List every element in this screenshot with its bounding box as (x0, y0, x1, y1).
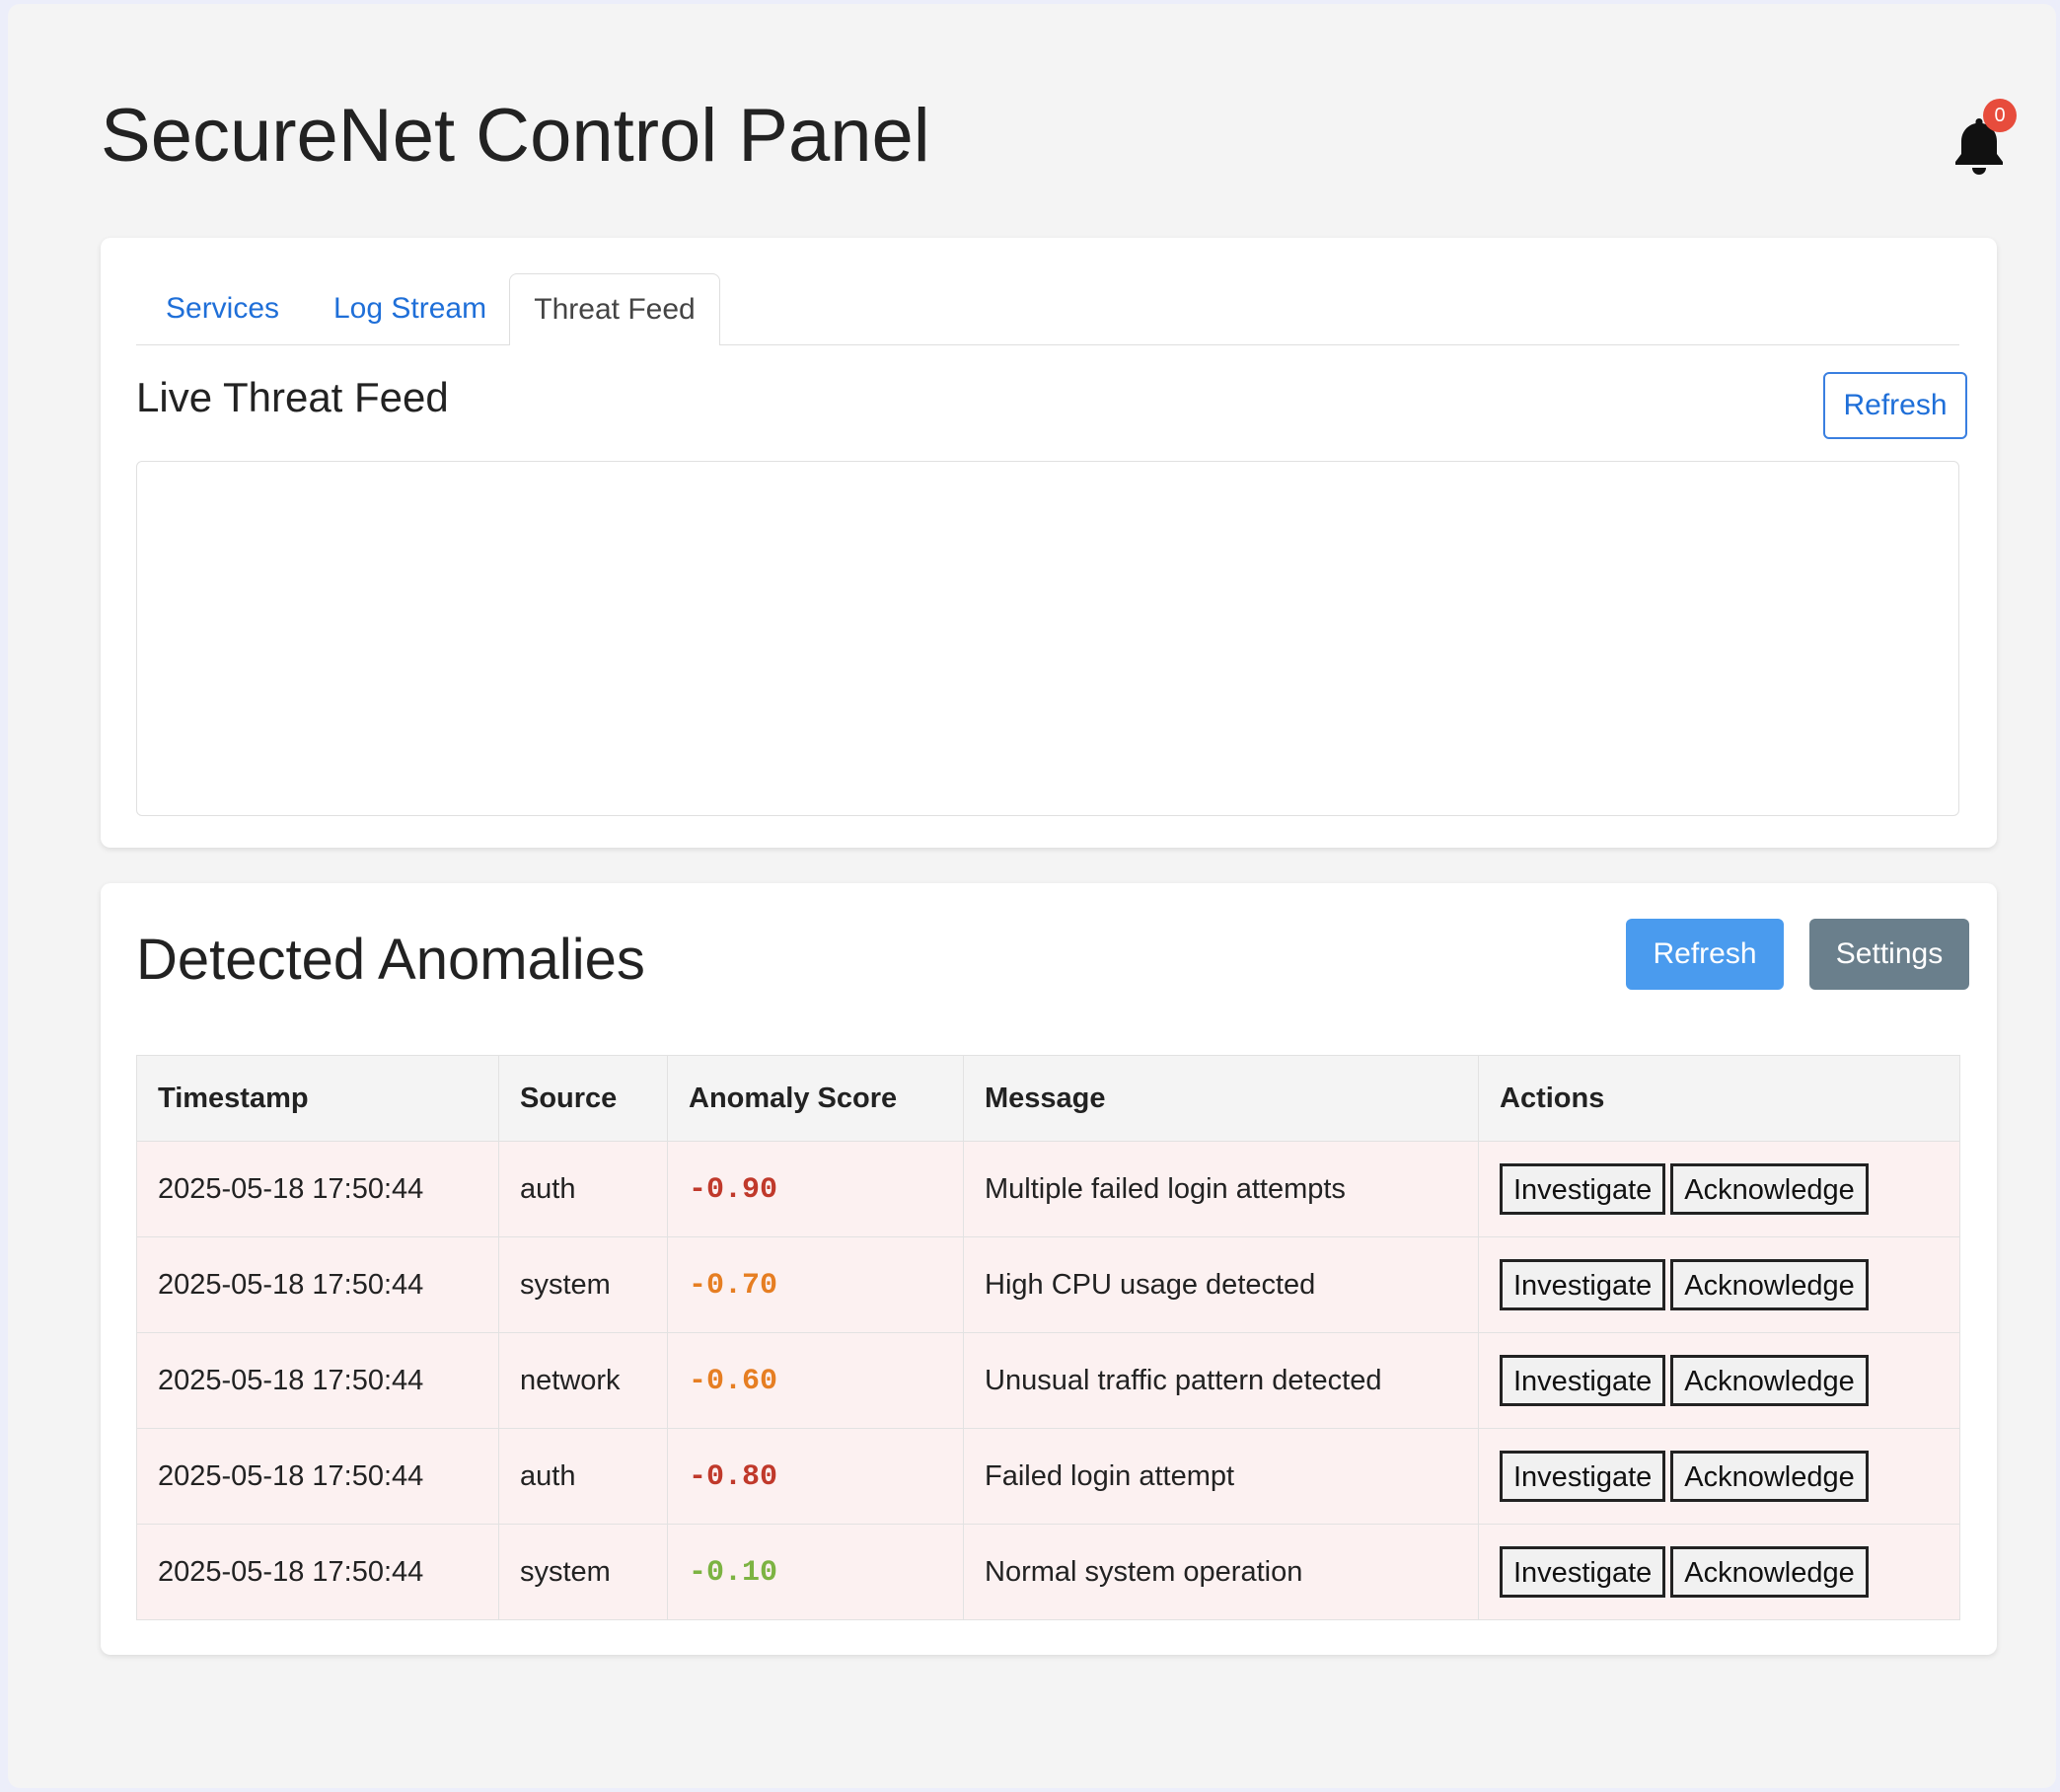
column-header-anomaly-score: Anomaly Score (667, 1055, 964, 1142)
acknowledge-button[interactable]: Acknowledge (1670, 1546, 1869, 1598)
investigate-button[interactable]: Investigate (1500, 1163, 1666, 1215)
acknowledge-button[interactable]: Acknowledge (1670, 1259, 1869, 1310)
threat-feed-title: Live Threat Feed (136, 374, 449, 420)
acknowledge-button[interactable]: Acknowledge (1670, 1451, 1869, 1502)
investigate-button[interactable]: Investigate (1500, 1546, 1666, 1598)
anomalies-refresh-button[interactable]: Refresh (1626, 919, 1784, 990)
message-cell: Normal system operation (963, 1524, 1479, 1620)
message-cell: Unusual traffic pattern detected (963, 1332, 1479, 1429)
table-row: 2025-05-18 17:50:44 auth -0.80 Failed lo… (136, 1428, 1960, 1525)
source-cell: network (498, 1332, 668, 1429)
threat-feed-refresh-button[interactable]: Refresh (1823, 372, 1967, 439)
source-cell: auth (498, 1428, 668, 1525)
column-header-message: Message (963, 1055, 1479, 1142)
actions-cell: Investigate Acknowledge (1478, 1428, 1960, 1525)
anomalies-card: Detected Anomalies Refresh Settings Time… (101, 883, 1997, 1655)
actions-cell: Investigate Acknowledge (1478, 1332, 1960, 1429)
investigate-button[interactable]: Investigate (1500, 1451, 1666, 1502)
threat-feed-panel (136, 461, 1959, 816)
threat-feed-card: Services Log Stream Threat Feed Live Thr… (101, 238, 1997, 848)
column-header-actions: Actions (1478, 1055, 1960, 1142)
actions-cell: Investigate Acknowledge (1478, 1524, 1960, 1620)
timestamp-cell: 2025-05-18 17:50:44 (136, 1332, 499, 1429)
anomaly-score: -0.70 (689, 1268, 778, 1303)
anomalies-table: Timestamp Source Anomaly Score Message A… (136, 1055, 1960, 1620)
anomaly-score: -0.10 (689, 1555, 778, 1590)
anomalies-title: Detected Anomalies (136, 928, 645, 992)
investigate-button[interactable]: Investigate (1500, 1259, 1666, 1310)
column-header-timestamp: Timestamp (136, 1055, 499, 1142)
tab-bar: Services Log Stream Threat Feed (136, 273, 1959, 345)
timestamp-cell: 2025-05-18 17:50:44 (136, 1428, 499, 1525)
source-cell: system (498, 1236, 668, 1333)
source-cell: system (498, 1524, 668, 1620)
notifications-button[interactable]: 0 (1942, 99, 2021, 189)
anomaly-score: -0.80 (689, 1459, 778, 1494)
timestamp-cell: 2025-05-18 17:50:44 (136, 1141, 499, 1237)
table-header-row: Timestamp Source Anomaly Score Message A… (136, 1055, 1960, 1142)
message-cell: Failed login attempt (963, 1428, 1479, 1525)
anomaly-score: -0.60 (689, 1364, 778, 1398)
anomaly-score: -0.90 (689, 1172, 778, 1207)
investigate-button[interactable]: Investigate (1500, 1355, 1666, 1406)
anomalies-settings-button[interactable]: Settings (1809, 919, 1969, 990)
table-row: 2025-05-18 17:50:44 system -0.70 High CP… (136, 1236, 1960, 1333)
table-row: 2025-05-18 17:50:44 network -0.60 Unusua… (136, 1332, 1960, 1429)
timestamp-cell: 2025-05-18 17:50:44 (136, 1236, 499, 1333)
acknowledge-button[interactable]: Acknowledge (1670, 1163, 1869, 1215)
tab-log-stream[interactable]: Log Stream (333, 273, 486, 344)
actions-cell: Investigate Acknowledge (1478, 1141, 1960, 1237)
table-row: 2025-05-18 17:50:44 system -0.10 Normal … (136, 1524, 1960, 1620)
timestamp-cell: 2025-05-18 17:50:44 (136, 1524, 499, 1620)
message-cell: Multiple failed login attempts (963, 1141, 1479, 1237)
page-title: SecureNet Control Panel (101, 94, 930, 178)
column-header-source: Source (498, 1055, 668, 1142)
table-row: 2025-05-18 17:50:44 auth -0.90 Multiple … (136, 1141, 1960, 1237)
notification-count-badge: 0 (1983, 99, 2017, 132)
message-cell: High CPU usage detected (963, 1236, 1479, 1333)
source-cell: auth (498, 1141, 668, 1237)
tab-services[interactable]: Services (166, 273, 279, 344)
acknowledge-button[interactable]: Acknowledge (1670, 1355, 1869, 1406)
tab-threat-feed[interactable]: Threat Feed (509, 273, 720, 345)
actions-cell: Investigate Acknowledge (1478, 1236, 1960, 1333)
app-window: SecureNet Control Panel 0 Services Log S… (8, 4, 2056, 1788)
